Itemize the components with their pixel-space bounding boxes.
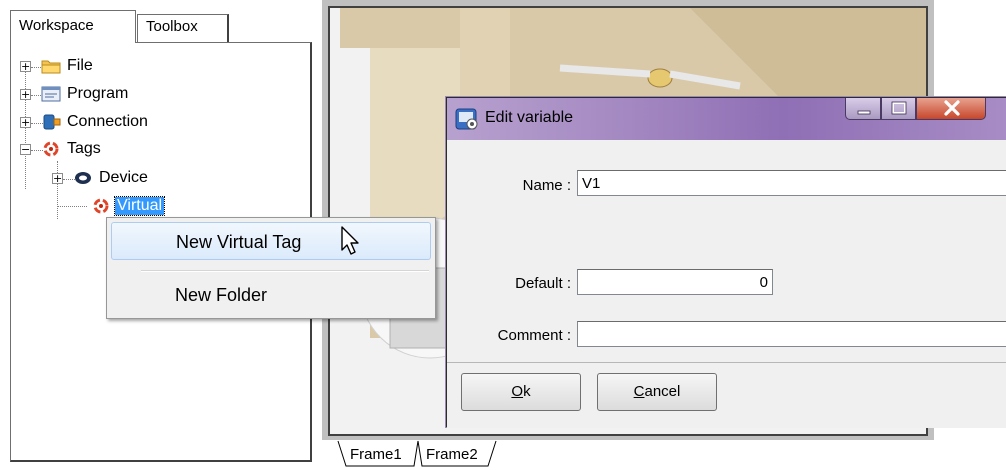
expand-icon[interactable]: +: [20, 117, 31, 128]
maximize-icon: [891, 101, 907, 115]
tree-item-label: Connection: [67, 113, 148, 130]
maximize-button[interactable]: [881, 98, 916, 120]
minimize-button[interactable]: [845, 98, 881, 120]
ok-button[interactable]: Ok: [461, 373, 581, 411]
cancel-label: ancel: [644, 383, 681, 400]
dialog-title: Edit variable: [485, 109, 574, 126]
default-label: Default :: [515, 275, 571, 292]
dialog-body: Name : Default : Comment : Ok Cancel: [447, 140, 1006, 428]
device-icon: [73, 169, 93, 187]
expand-icon[interactable]: +: [52, 173, 63, 184]
menu-item-new-virtual-tag[interactable]: New Virtual Tag: [111, 222, 431, 260]
tree-item-label: Virtual: [113, 196, 166, 216]
ok-label: k: [523, 383, 531, 400]
connection-icon: [41, 113, 61, 131]
workspace-tabs: Workspace Toolbox: [10, 10, 310, 43]
tree-item-file[interactable]: + File: [11, 55, 211, 79]
tab-toolbox[interactable]: Toolbox: [137, 14, 229, 42]
tree-item-label: Tags: [67, 140, 101, 157]
menu-separator: [141, 270, 429, 272]
tree-item-program[interactable]: + Program: [11, 83, 211, 107]
ok-mnemonic: O: [511, 383, 524, 400]
tab-frame2[interactable]: Frame2: [418, 440, 484, 463]
tab-workspace[interactable]: Workspace: [10, 10, 136, 43]
dialog-separator: [447, 362, 1006, 363]
program-icon: [41, 85, 61, 103]
tree-item-label: Program: [67, 85, 129, 102]
name-label: Name :: [522, 177, 571, 194]
edit-variable-icon: [455, 107, 479, 131]
tree-item-virtual[interactable]: Virtual: [11, 195, 211, 219]
close-icon: [944, 100, 960, 116]
minimize-icon: [857, 110, 871, 115]
tree-item-tags[interactable]: − Tags: [11, 138, 211, 162]
menu-item-new-folder[interactable]: New Folder: [111, 276, 431, 314]
tags-icon: [41, 140, 61, 158]
frame-tabs: Frame1 Frame2: [336, 440, 636, 470]
collapse-icon[interactable]: −: [20, 144, 31, 155]
folder-icon: [41, 57, 61, 75]
cancel-button[interactable]: Cancel: [597, 373, 717, 411]
tree-item-connection[interactable]: + Connection: [11, 111, 231, 135]
dialog-titlebar[interactable]: Edit variable: [447, 98, 1006, 140]
tree-item-label: Device: [99, 169, 148, 186]
name-input[interactable]: [577, 170, 1006, 196]
edit-variable-dialog: Edit variable Name : Default : Comment :…: [446, 97, 1006, 428]
close-button[interactable]: [916, 98, 986, 120]
tags-icon: [91, 197, 111, 215]
comment-input[interactable]: [577, 321, 1006, 347]
comment-label: Comment :: [497, 327, 571, 344]
tree-item-label: File: [67, 57, 93, 74]
cancel-mnemonic: C: [633, 383, 645, 400]
context-menu: New Virtual Tag New Folder: [106, 217, 436, 319]
expand-icon[interactable]: +: [20, 61, 31, 72]
tree-item-device[interactable]: + Device: [11, 167, 211, 191]
tab-frame1[interactable]: Frame1: [342, 440, 408, 463]
mouse-cursor-icon: [341, 226, 359, 255]
expand-icon[interactable]: +: [20, 89, 31, 100]
default-input[interactable]: [577, 269, 773, 295]
